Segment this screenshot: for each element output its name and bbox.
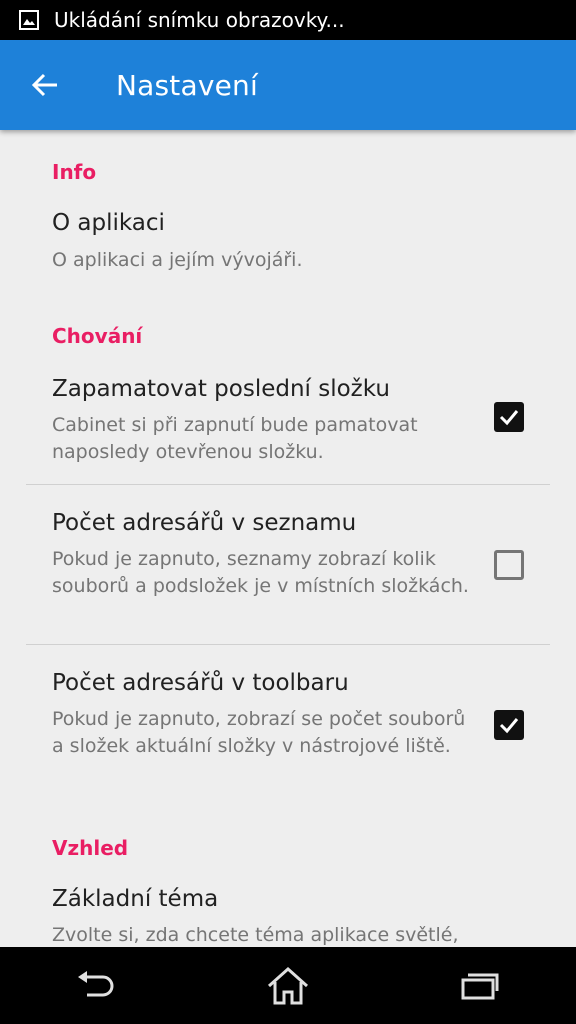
pref-dir-count-list[interactable]: Počet adresářů v seznamu Pokud je zapnut… <box>0 500 576 644</box>
pref-title: Zapamatovat poslední složku <box>52 376 390 402</box>
section-header-behavior: Chování <box>52 324 143 348</box>
pref-base-theme[interactable]: Základní téma Zvolte si, zda chcete téma… <box>0 876 576 947</box>
pref-about[interactable]: O aplikaci O aplikaci a jejím vývojáři. <box>0 200 576 295</box>
dir-count-toolbar-checkbox[interactable] <box>494 710 524 740</box>
app-bar: Nastavení <box>0 40 576 130</box>
pref-remember-last-folder[interactable]: Zapamatovat poslední složku Cabinet si p… <box>0 366 576 484</box>
dir-count-list-checkbox[interactable] <box>494 550 524 580</box>
nav-back-button[interactable] <box>56 956 136 1016</box>
settings-list[interactable]: Info O aplikaci O aplikaci a jejím vývoj… <box>0 130 576 947</box>
check-icon <box>499 410 519 426</box>
nav-recents-button[interactable] <box>440 956 520 1016</box>
divider <box>26 484 550 485</box>
section-header-appearance: Vzhled <box>52 836 129 860</box>
remember-folder-checkbox[interactable] <box>494 402 524 432</box>
nav-home-button[interactable] <box>248 956 328 1016</box>
image-icon <box>19 10 39 30</box>
pref-summary: Zvolte si, zda chcete téma aplikace svět… <box>52 924 459 946</box>
pref-title: Základní téma <box>52 886 219 912</box>
navigation-bar <box>0 947 576 1024</box>
arrow-back-icon <box>31 73 57 97</box>
pref-summary: Cabinet si při zapnutí bude pamatovat na… <box>52 414 418 463</box>
back-button[interactable] <box>18 60 72 110</box>
check-icon <box>499 718 519 734</box>
back-icon <box>78 970 114 996</box>
status-notification-text: Ukládání snímku obrazovky... <box>54 8 345 32</box>
pref-summary: Pokud je zapnuto, seznamy zobrazí kolik … <box>52 548 469 597</box>
divider <box>26 644 550 645</box>
page-title: Nastavení <box>116 69 258 102</box>
home-icon <box>267 966 309 1004</box>
pref-title: Počet adresářů v seznamu <box>52 510 357 536</box>
recents-icon <box>461 973 499 999</box>
pref-title: Počet adresářů v toolbaru <box>52 670 349 696</box>
pref-title: O aplikaci <box>52 210 165 236</box>
section-header-info: Info <box>52 160 97 184</box>
pref-summary: Pokud je zapnuto, zobrazí se počet soubo… <box>52 708 466 757</box>
status-bar: Ukládání snímku obrazovky... <box>0 0 576 40</box>
pref-summary: O aplikaci a jejím vývojáři. <box>52 249 303 271</box>
pref-dir-count-toolbar[interactable]: Počet adresářů v toolbaru Pokud je zapnu… <box>0 660 576 804</box>
